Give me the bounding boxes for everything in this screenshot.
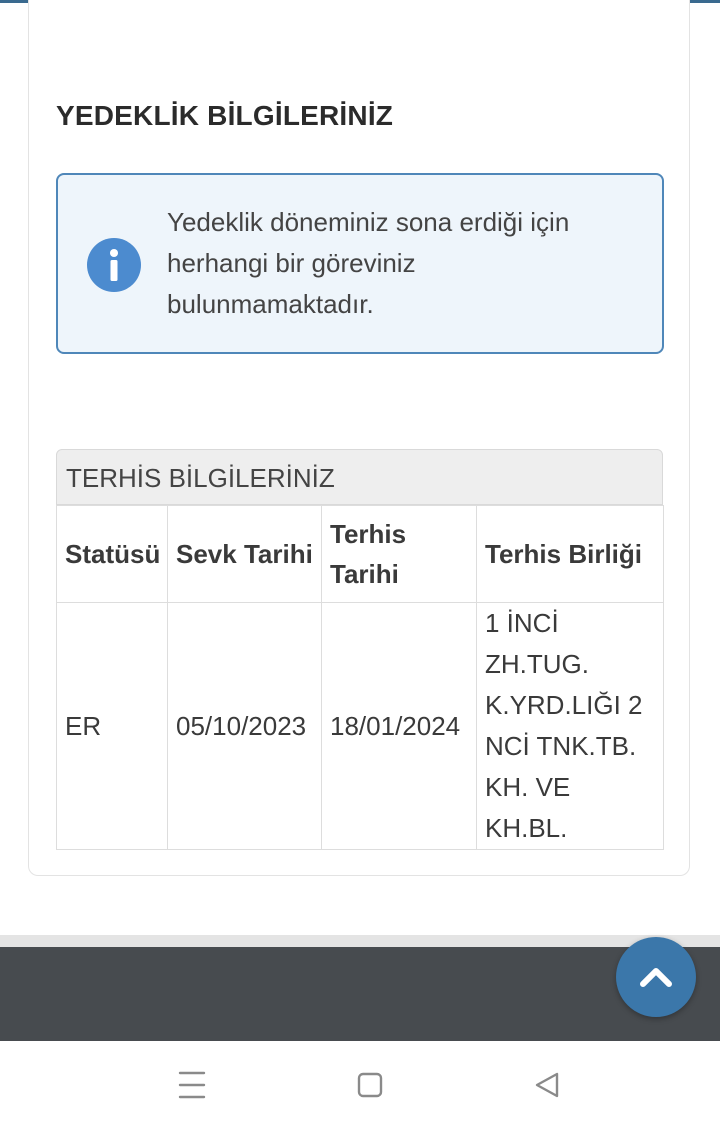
scroll-to-top-button[interactable] bbox=[616, 937, 696, 1017]
table-row: ER 05/10/2023 18/01/2024 1 İNCİ ZH.TUG. … bbox=[56, 602, 664, 850]
table-header-row: Statüsü Sevk Tarihi Terhis Tarihi Terhis… bbox=[56, 505, 664, 603]
menu-icon bbox=[178, 1071, 206, 1099]
chevron-up-icon bbox=[640, 968, 672, 987]
discharge-info-table: TERHİS BİLGİLERİNİZ Statüsü Sevk Tarihi … bbox=[56, 449, 664, 850]
info-icon bbox=[87, 238, 141, 292]
info-alert: Yedeklik döneminiz sona erdiği için herh… bbox=[56, 173, 664, 354]
system-navigation-bar bbox=[0, 1041, 720, 1129]
back-button[interactable] bbox=[525, 1063, 569, 1107]
header-discharge-date: Terhis Tarihi bbox=[321, 505, 477, 603]
header-status: Statüsü bbox=[56, 505, 168, 603]
header-discharge-unit: Terhis Birliği bbox=[476, 505, 664, 603]
discharge-table: Statüsü Sevk Tarihi Terhis Tarihi Terhis… bbox=[56, 505, 664, 850]
table-caption: TERHİS BİLGİLERİNİZ bbox=[56, 449, 663, 505]
page-footer bbox=[0, 935, 720, 1041]
cell-status: ER bbox=[56, 602, 168, 850]
page-title: YEDEKLİK BİLGİLERİNİZ bbox=[56, 100, 394, 131]
menu-button[interactable] bbox=[170, 1063, 214, 1107]
back-triangle-icon bbox=[535, 1072, 559, 1098]
cell-discharge-date: 18/01/2024 bbox=[321, 602, 477, 850]
home-square-icon bbox=[357, 1072, 383, 1098]
home-button[interactable] bbox=[348, 1063, 392, 1107]
cell-dispatch-date: 05/10/2023 bbox=[167, 602, 322, 850]
cell-discharge-unit: 1 İNCİ ZH.TUG. K.YRD.LIĞI 2 NCİ TNK.TB. … bbox=[476, 602, 664, 850]
alert-message: Yedeklik döneminiz sona erdiği için herh… bbox=[167, 207, 570, 319]
header-dispatch-date: Sevk Tarihi bbox=[167, 505, 322, 603]
